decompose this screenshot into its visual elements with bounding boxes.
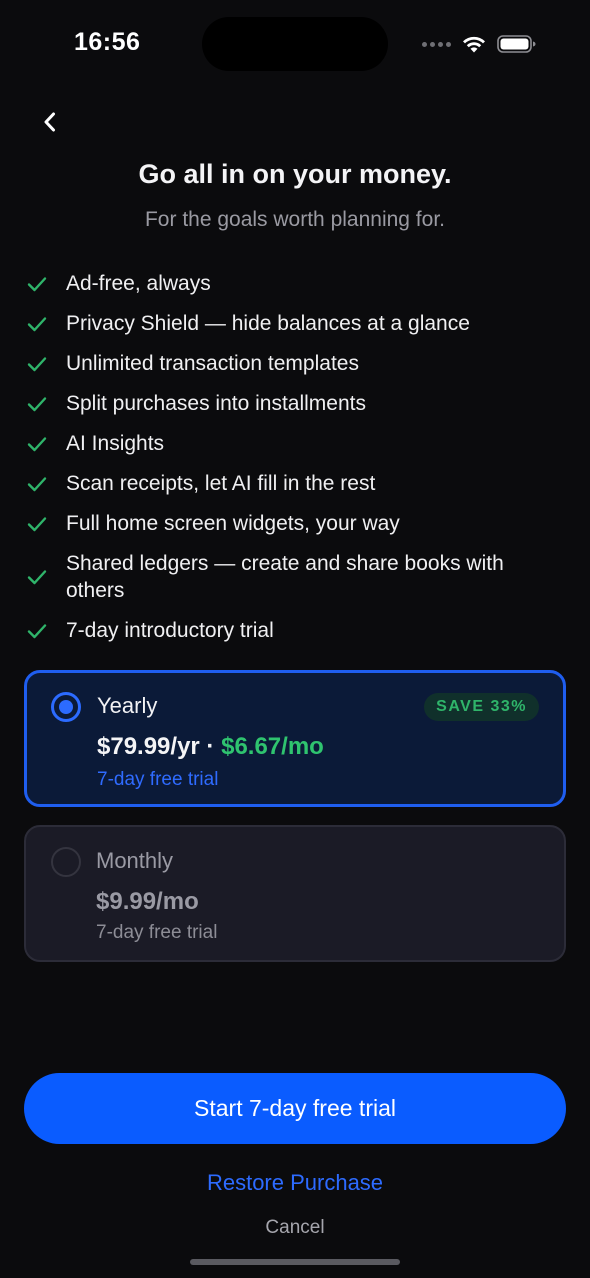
check-icon: [27, 570, 47, 585]
plan-price: $9.99/mo: [96, 888, 199, 915]
price-separator: ·: [199, 733, 222, 760]
check-icon: [27, 356, 47, 371]
cancel-link[interactable]: Cancel: [0, 1217, 590, 1239]
feature-label: Ad-free, always: [66, 272, 211, 295]
radio-unselected-icon[interactable]: [51, 847, 81, 877]
yearly-price: $79.99/yr: [97, 733, 200, 760]
plan-trial: 7-day free trial: [96, 922, 218, 943]
feature-item: Unlimited transaction templates: [26, 350, 566, 377]
feature-label: Privacy Shield — hide balances at a glan…: [66, 312, 470, 335]
feature-label: Unlimited transaction templates: [66, 352, 359, 375]
feature-item: Full home screen widgets, your way: [26, 510, 566, 537]
radio-selected-icon[interactable]: [51, 692, 81, 722]
restore-purchase-link[interactable]: Restore Purchase: [0, 1170, 590, 1196]
dynamic-island: [202, 17, 388, 71]
per-month-price: $6.67/mo: [221, 733, 324, 760]
back-button[interactable]: [30, 102, 70, 142]
feature-item: AI Insights: [26, 430, 566, 457]
plan-name: Yearly: [97, 693, 158, 718]
check-icon: [27, 516, 47, 531]
feature-label: Split purchases into installments: [66, 392, 366, 415]
feature-label: Full home screen widgets, your way: [66, 512, 400, 535]
check-icon: [27, 316, 47, 331]
check-icon: [27, 623, 47, 638]
feature-item: 7-day introductory trial: [26, 617, 566, 644]
check-icon: [27, 276, 47, 291]
signal-dots-icon: [422, 41, 451, 47]
status-time: 16:56: [74, 28, 141, 56]
wifi-icon: [463, 36, 485, 53]
feature-item: Split purchases into installments: [26, 390, 566, 417]
feature-item: Scan receipts, let AI fill in the rest: [26, 470, 566, 497]
plan-name: Monthly: [96, 848, 174, 873]
plan-card-yearly[interactable]: Yearly SAVE 33% $79.99/yr · $6.67/mo 7-d…: [24, 670, 566, 807]
feature-label: Scan receipts, let AI fill in the rest: [66, 472, 376, 495]
status-bar: 16:56: [0, 0, 590, 90]
feature-label: 7-day introductory trial: [66, 619, 274, 642]
check-icon: [27, 436, 47, 451]
home-indicator[interactable]: [190, 1259, 400, 1265]
feature-item: Shared ledgers — create and share books …: [26, 550, 566, 604]
page-title: Go all in on your money.: [138, 159, 452, 189]
feature-list: Ad-free, always Privacy Shield — hide ba…: [26, 270, 566, 657]
feature-label: AI Insights: [66, 432, 165, 455]
feature-label: Shared ledgers — create and share books …: [66, 552, 504, 602]
page-subtitle: For the goals worth planning for.: [144, 208, 445, 231]
plan-trial: 7-day free trial: [97, 769, 219, 790]
feature-item: Ad-free, always: [26, 270, 566, 297]
feature-item: Privacy Shield — hide balances at a glan…: [26, 310, 566, 337]
check-icon: [27, 396, 47, 411]
check-icon: [27, 476, 47, 491]
status-icons: [422, 33, 537, 55]
plan-card-monthly[interactable]: Monthly $9.99/mo 7-day free trial: [24, 825, 566, 962]
chevron-left-icon: [44, 112, 55, 132]
start-trial-button[interactable]: Start 7-day free trial: [24, 1073, 566, 1144]
battery-icon: [497, 35, 536, 53]
plan-price: $79.99/yr · $6.67/mo: [97, 733, 324, 761]
save-badge: SAVE 33%: [424, 693, 539, 721]
